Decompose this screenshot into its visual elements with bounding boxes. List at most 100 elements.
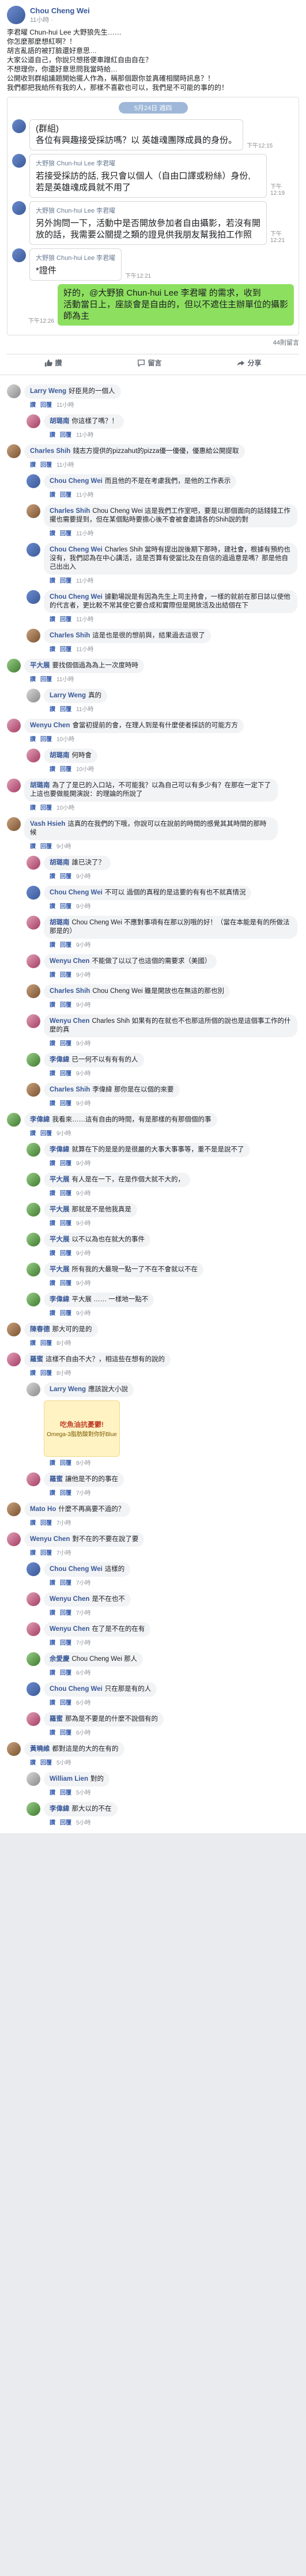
comment-reply-link[interactable]: 回覆 [40, 462, 52, 469]
comment-like-link[interactable]: 讚 [30, 677, 36, 683]
comment-time[interactable]: 5小時 [76, 1790, 91, 1796]
commenter-name[interactable]: Wenyu Chen [30, 1536, 70, 1543]
commenter-avatar[interactable] [27, 1652, 40, 1666]
like-button[interactable]: 讚 [44, 358, 62, 368]
commenter-name[interactable]: 胡璐南 [50, 752, 70, 759]
comment-like-link[interactable]: 讚 [50, 1251, 55, 1257]
commenter-name[interactable]: 黃曉維 [30, 1746, 50, 1752]
commenter-name[interactable]: 胡璐南 [50, 418, 70, 425]
comment-reply-link[interactable]: 回覆 [40, 677, 52, 683]
comment-reply-link[interactable]: 回覆 [60, 766, 71, 773]
comment-time[interactable]: 11小時 [56, 462, 74, 469]
comment-like-link[interactable]: 讚 [30, 462, 36, 469]
commenter-name[interactable]: Larry Weng [50, 1386, 86, 1393]
comment-like-link[interactable]: 讚 [50, 492, 55, 498]
commenter-name[interactable]: 平大展 [50, 1236, 70, 1243]
post-time[interactable]: 11小時 · [30, 15, 90, 24]
comment-time[interactable]: 11小時 [76, 617, 93, 623]
commenter-name[interactable]: Chou Cheng Wei [50, 546, 103, 553]
commenter-avatar[interactable] [27, 689, 40, 702]
commenter-name[interactable]: 平大展 [50, 1266, 70, 1273]
comment-reply-link[interactable]: 回覆 [60, 904, 71, 910]
comment-like-link[interactable]: 讚 [50, 1610, 55, 1616]
commenter-avatar[interactable] [7, 817, 21, 831]
comment-like-link[interactable]: 讚 [50, 972, 55, 979]
comment-reply-link[interactable]: 回覆 [40, 1131, 52, 1137]
commenter-avatar[interactable] [27, 749, 40, 762]
commenter-name[interactable]: 羅蜜 [30, 1356, 43, 1363]
commenter-name[interactable]: Wenyu Chen [30, 722, 70, 729]
sticker-image[interactable]: 吃魚油抗憂鬱! Omega-3脂肪酸對你好Blue [44, 1400, 120, 1457]
share-button[interactable]: 分享 [237, 358, 262, 368]
comment-reply-link[interactable]: 回覆 [40, 1370, 52, 1377]
comment-like-link[interactable]: 讚 [50, 432, 55, 439]
comment-time[interactable]: 9小時 [56, 844, 71, 850]
comment-like-link[interactable]: 讚 [50, 1790, 55, 1796]
commenter-avatar[interactable] [27, 414, 40, 428]
comment-like-link[interactable]: 讚 [50, 1460, 55, 1467]
comment-reply-link[interactable]: 回覆 [60, 1251, 71, 1257]
commenter-name[interactable]: 李偉緯 [50, 1146, 70, 1153]
commenter-avatar[interactable] [27, 954, 40, 968]
commenter-avatar[interactable] [27, 504, 40, 518]
comment-reply-link[interactable]: 回覆 [60, 1580, 71, 1587]
comment-like-link[interactable]: 讚 [50, 578, 55, 584]
comment-time[interactable]: 9小時 [76, 972, 91, 979]
commenter-name[interactable]: Charles Shih [50, 988, 90, 995]
comment-reply-link[interactable]: 回覆 [40, 1340, 52, 1347]
comment-reply-link[interactable]: 回覆 [60, 1281, 71, 1287]
comment-time[interactable]: 11小時 [76, 647, 93, 653]
comment-time[interactable]: 10小時 [56, 736, 74, 743]
comment-reply-link[interactable]: 回覆 [60, 647, 71, 653]
comment-reply-link[interactable]: 回覆 [40, 402, 52, 409]
commenter-avatar[interactable] [27, 1053, 40, 1067]
comment-like-link[interactable]: 讚 [50, 1281, 55, 1287]
commenter-name[interactable]: Wenyu Chen [50, 1596, 89, 1603]
commenter-avatar[interactable] [7, 1502, 21, 1516]
commenter-avatar[interactable] [7, 719, 21, 732]
comment-reply-link[interactable]: 回覆 [60, 1310, 71, 1317]
comment-reply-link[interactable]: 回覆 [60, 1101, 71, 1107]
commenter-avatar[interactable] [27, 1682, 40, 1696]
commenter-avatar[interactable] [27, 1233, 40, 1247]
comment-like-link[interactable]: 讚 [50, 942, 55, 949]
comment-like-link[interactable]: 讚 [30, 402, 36, 409]
commenter-name[interactable]: Vash Hsieh [30, 821, 65, 828]
comment-like-link[interactable]: 讚 [30, 1520, 36, 1527]
comment-time[interactable]: 9小時 [76, 1101, 91, 1107]
author-name[interactable]: Chou Cheng Wei [30, 6, 90, 15]
comment-reply-link[interactable]: 回覆 [60, 1002, 71, 1009]
commenter-name[interactable]: 余愛慶 [50, 1656, 70, 1663]
comment-like-link[interactable]: 讚 [50, 1820, 55, 1826]
comment-like-link[interactable]: 讚 [50, 1490, 55, 1497]
comment-time[interactable]: 11小時 [56, 402, 74, 409]
comment-reply-link[interactable]: 回覆 [60, 1670, 71, 1676]
comment-reply-link[interactable]: 回覆 [60, 1820, 71, 1826]
commenter-name[interactable]: 羅蜜 [50, 1716, 63, 1723]
comment-like-link[interactable]: 讚 [50, 1191, 55, 1197]
comment-reply-link[interactable]: 回覆 [60, 1460, 71, 1467]
commenter-avatar[interactable] [7, 1353, 21, 1366]
comment-time[interactable]: 7小時 [76, 1490, 91, 1497]
commenter-avatar[interactable] [27, 1712, 40, 1726]
commenter-avatar[interactable] [27, 590, 40, 604]
commenter-avatar[interactable] [27, 1083, 40, 1097]
commenter-name[interactable]: Wenyu Chen [50, 1626, 89, 1633]
comment-reply-link[interactable]: 回覆 [60, 1161, 71, 1167]
commenter-name[interactable]: Charles Shih [50, 1086, 90, 1093]
comment-time[interactable]: 8小時 [76, 1460, 91, 1467]
comment-like-link[interactable]: 讚 [50, 617, 55, 623]
comment-time[interactable]: 9小時 [76, 1002, 91, 1009]
comment-like-link[interactable]: 讚 [30, 736, 36, 743]
comment-reply-link[interactable]: 回覆 [60, 578, 71, 584]
commenter-avatar[interactable] [7, 1742, 21, 1756]
commenter-avatar[interactable] [27, 1143, 40, 1157]
comment-like-link[interactable]: 讚 [50, 874, 55, 880]
comment-time[interactable]: 7小時 [56, 1520, 71, 1527]
commenter-name[interactable]: Larry Weng [50, 692, 86, 699]
comment-reply-link[interactable]: 回覆 [60, 1790, 71, 1796]
commenter-avatar[interactable] [7, 444, 21, 458]
comment-reply-link[interactable]: 回覆 [60, 1071, 71, 1077]
comment-time[interactable]: 11小時 [76, 707, 93, 713]
comment-time[interactable]: 5小時 [76, 1820, 91, 1826]
